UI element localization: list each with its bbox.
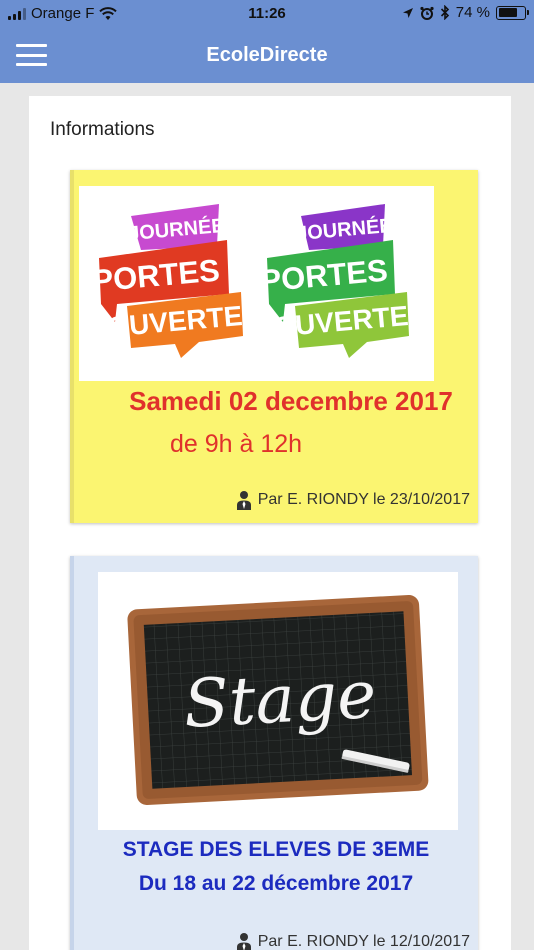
stage-title: STAGE DES ELEVES DE 3EME (122, 838, 430, 861)
info-card-open-day[interactable]: JOURNÉE PORTES OUVERTES JOURNÉE PORTES O… (70, 170, 478, 523)
card-byline: Par E. RIONDY le 23/10/2017 (236, 490, 470, 510)
battery-icon (496, 5, 529, 20)
section-title: Informations (50, 119, 155, 140)
svg-text:Stage: Stage (182, 656, 378, 743)
bluetooth-icon (440, 5, 449, 20)
author-person-icon (236, 933, 251, 950)
open-day-badge-right: JOURNÉE PORTES OUVERTES (259, 204, 428, 358)
open-day-date: Samedi 02 decembre 2017 (129, 386, 453, 416)
informations-panel: Informations JOURNÉE PORTES OUVERTES JOU… (29, 96, 511, 950)
battery-percent: 74 % (455, 4, 490, 21)
location-arrow-icon (402, 7, 413, 18)
byline-text: Par E. RIONDY le 12/10/2017 (257, 933, 470, 950)
alarm-icon (420, 6, 434, 20)
open-day-badge-left: JOURNÉE PORTES OUVERTES (91, 204, 262, 358)
author-person-icon (236, 491, 251, 510)
stage-dates: Du 18 au 22 décembre 2017 (138, 872, 414, 895)
app-title: EcoleDirecte (206, 44, 328, 66)
status-bar: Orange F 11:26 74 % (0, 0, 534, 28)
byline-text: Par E. RIONDY le 23/10/2017 (257, 491, 470, 508)
stage-chalkboard-image: Stage (98, 572, 458, 830)
app-header: EcoleDirecte (0, 28, 534, 83)
open-day-hours: de 9h à 12h (170, 430, 303, 458)
open-day-image: JOURNÉE PORTES OUVERTES JOURNÉE PORTES O… (79, 186, 434, 381)
status-right: 74 % (402, 4, 529, 21)
battery-fill (498, 8, 517, 17)
chalkboard: Stage (127, 595, 429, 805)
info-card-stage[interactable]: Stage STAGE DES ELEVES DE 3EME Du 18 au … (70, 556, 478, 950)
card-byline: Par E. RIONDY le 12/10/2017 (236, 932, 470, 950)
